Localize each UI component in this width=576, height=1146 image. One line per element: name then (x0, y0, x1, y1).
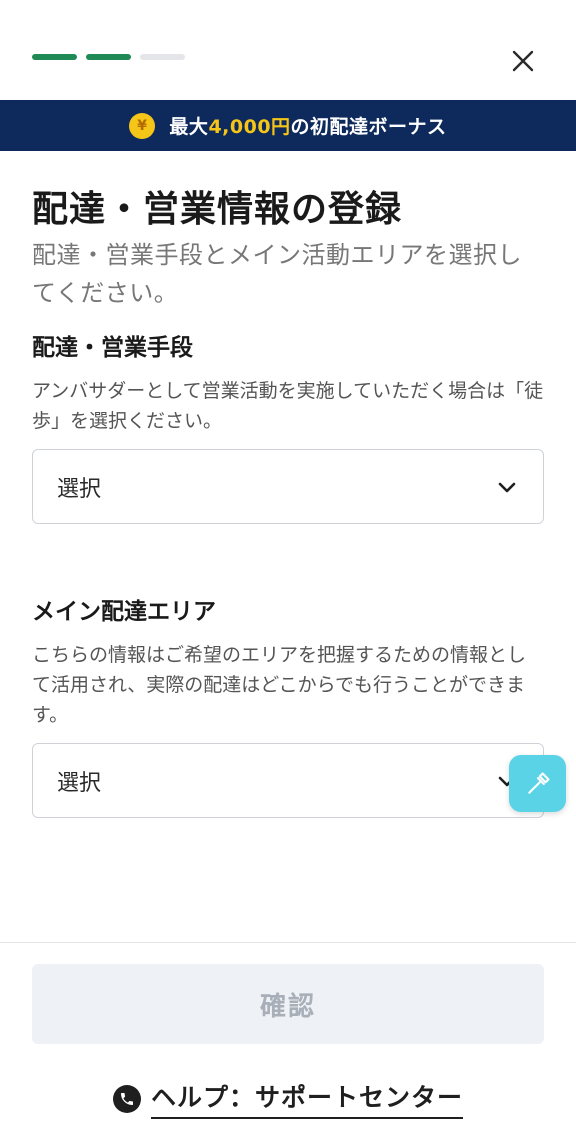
screen: ¥ 最大 4,000円 の初配達ボーナス 配達・営業情報の登録 配達・営業手段とメイ… (0, 0, 576, 1146)
banner-amount: 4,000円 (208, 116, 291, 138)
step-progress (32, 54, 185, 60)
phone-icon (112, 1084, 141, 1113)
help-support-link[interactable]: ヘルプ：サポートセンター (0, 1078, 576, 1119)
banner-prefix: 最大 (169, 116, 209, 138)
help-link-text: ヘルプ：サポートセンター (150, 1078, 463, 1119)
confirm-button[interactable]: 確認 (32, 964, 544, 1044)
main-area-value: 選択 (57, 770, 102, 796)
footer-divider (0, 942, 576, 943)
eyedropper-icon (527, 771, 550, 794)
delivery-method-select[interactable]: 選択 (32, 449, 544, 524)
page-title: 配達・営業情報の登録 (32, 189, 403, 230)
main-area-description: こちらの情報はご希望のエリアを把握するための情報として活用され、実際の配達はどこ… (32, 644, 527, 726)
banner-suffix: の初配達ボーナス (290, 116, 447, 138)
page-subtitle: 配達・営業手段とメイン活動エリアを選択してください。 (32, 241, 522, 307)
close-icon (512, 50, 534, 72)
chevron-down-icon (498, 482, 516, 492)
main-area-label: メイン配達エリア (32, 599, 216, 625)
delivery-method-description: アンバサダーとして営業活動を実施していただく場合は「徒歩」を選択ください。 (32, 380, 544, 432)
delivery-method-label: 配達・営業手段 (32, 335, 193, 361)
bonus-banner: ¥ 最大 4,000円 の初配達ボーナス (0, 100, 576, 151)
progress-step-2 (86, 54, 131, 60)
progress-step-1 (32, 54, 77, 60)
close-button[interactable] (506, 44, 540, 78)
progress-step-3 (140, 54, 185, 60)
floating-action-button[interactable] (509, 755, 566, 812)
main-area-select[interactable]: 選択 (32, 743, 544, 818)
yen-coin-icon: ¥ (129, 112, 156, 139)
delivery-method-value: 選択 (57, 476, 102, 502)
